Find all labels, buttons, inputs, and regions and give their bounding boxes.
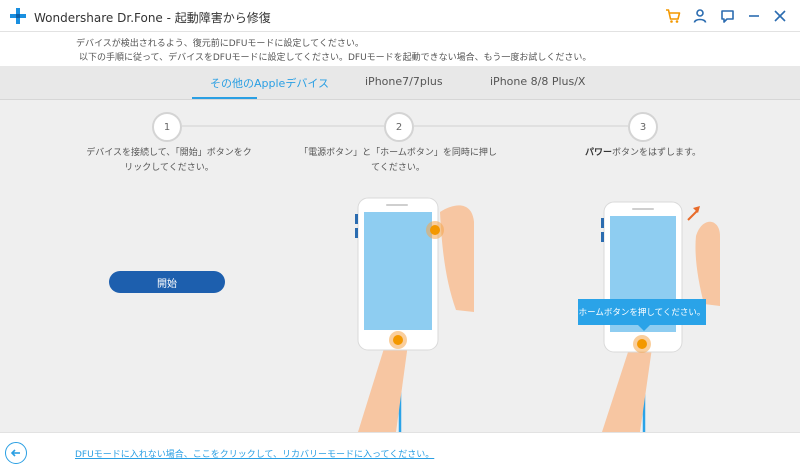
- step-1-circle: 1: [152, 112, 182, 142]
- step-1-line-2: リックしてください。: [124, 163, 214, 173]
- progress-line: [182, 125, 384, 127]
- tab-iphone8-x[interactable]: iPhone 8/8 Plus/X: [490, 75, 585, 88]
- step-1-line-1: デバイスを接続して、「開始」ボタンをク: [86, 148, 252, 158]
- user-icon[interactable]: [691, 7, 709, 25]
- drfone-logo-icon: [10, 8, 26, 24]
- step-3-circle: 3: [628, 112, 658, 142]
- tab-iphone7[interactable]: iPhone7/7plus: [365, 75, 443, 88]
- tooltip-arrow: [638, 325, 650, 331]
- step-1-text: デバイスを接続して、「開始」ボタンをク リックしてください。: [72, 146, 266, 176]
- back-arrow-icon[interactable]: [5, 442, 27, 464]
- instruction-line-2: 以下の手順に従って、デバイスをDFUモードに設定してください。DFUモードを起動…: [79, 53, 592, 63]
- step-3-bold: パワー: [584, 148, 612, 158]
- title-bar: Wondershare Dr.Fone - 起動障害から修復: [0, 0, 800, 32]
- instruction-line-1: デバイスが検出されるよう、復元前にDFUモードに設定してください。: [76, 39, 364, 49]
- tab-other-apple-devices[interactable]: その他のAppleデバイス: [210, 75, 329, 91]
- home-button-tooltip: ホームボタンを押してください。: [578, 299, 706, 325]
- step-2-line-1: 「電源ボタン」と「ホームボタン」を同時に押し: [299, 148, 497, 158]
- feedback-icon[interactable]: [718, 7, 736, 25]
- instructions-panel: デバイスが検出されるよう、復元前にDFUモードに設定してください。 以下の手順に…: [0, 32, 800, 66]
- active-tab-indicator: [192, 97, 257, 99]
- cart-icon[interactable]: [664, 7, 682, 25]
- step-2-line-2: てください。: [371, 163, 425, 173]
- progress-line: [414, 125, 628, 127]
- start-button[interactable]: 開始: [109, 271, 225, 293]
- step-3-rest: ボタンをはずします。: [611, 148, 702, 158]
- minimize-icon[interactable]: [745, 7, 763, 25]
- step-2-circle: 2: [384, 112, 414, 142]
- close-icon[interactable]: [771, 7, 789, 25]
- phone-illustration-step-2: [338, 192, 478, 432]
- recovery-mode-link[interactable]: DFUモードに入れない場合、ここをクリックして、リカバリーモードに入ってください…: [75, 447, 434, 460]
- app-title: Wondershare Dr.Fone - 起動障害から修復: [34, 11, 271, 25]
- step-3-text: パワーボタンをはずします。: [560, 146, 726, 161]
- device-tabs: その他のAppleデバイス iPhone7/7plus iPhone 8/8 P…: [0, 66, 800, 100]
- bottom-bar: DFUモードに入れない場合、ここをクリックして、リカバリーモードに入ってください…: [0, 432, 800, 473]
- step-2-text: 「電源ボタン」と「ホームボタン」を同時に押し てください。: [298, 146, 498, 176]
